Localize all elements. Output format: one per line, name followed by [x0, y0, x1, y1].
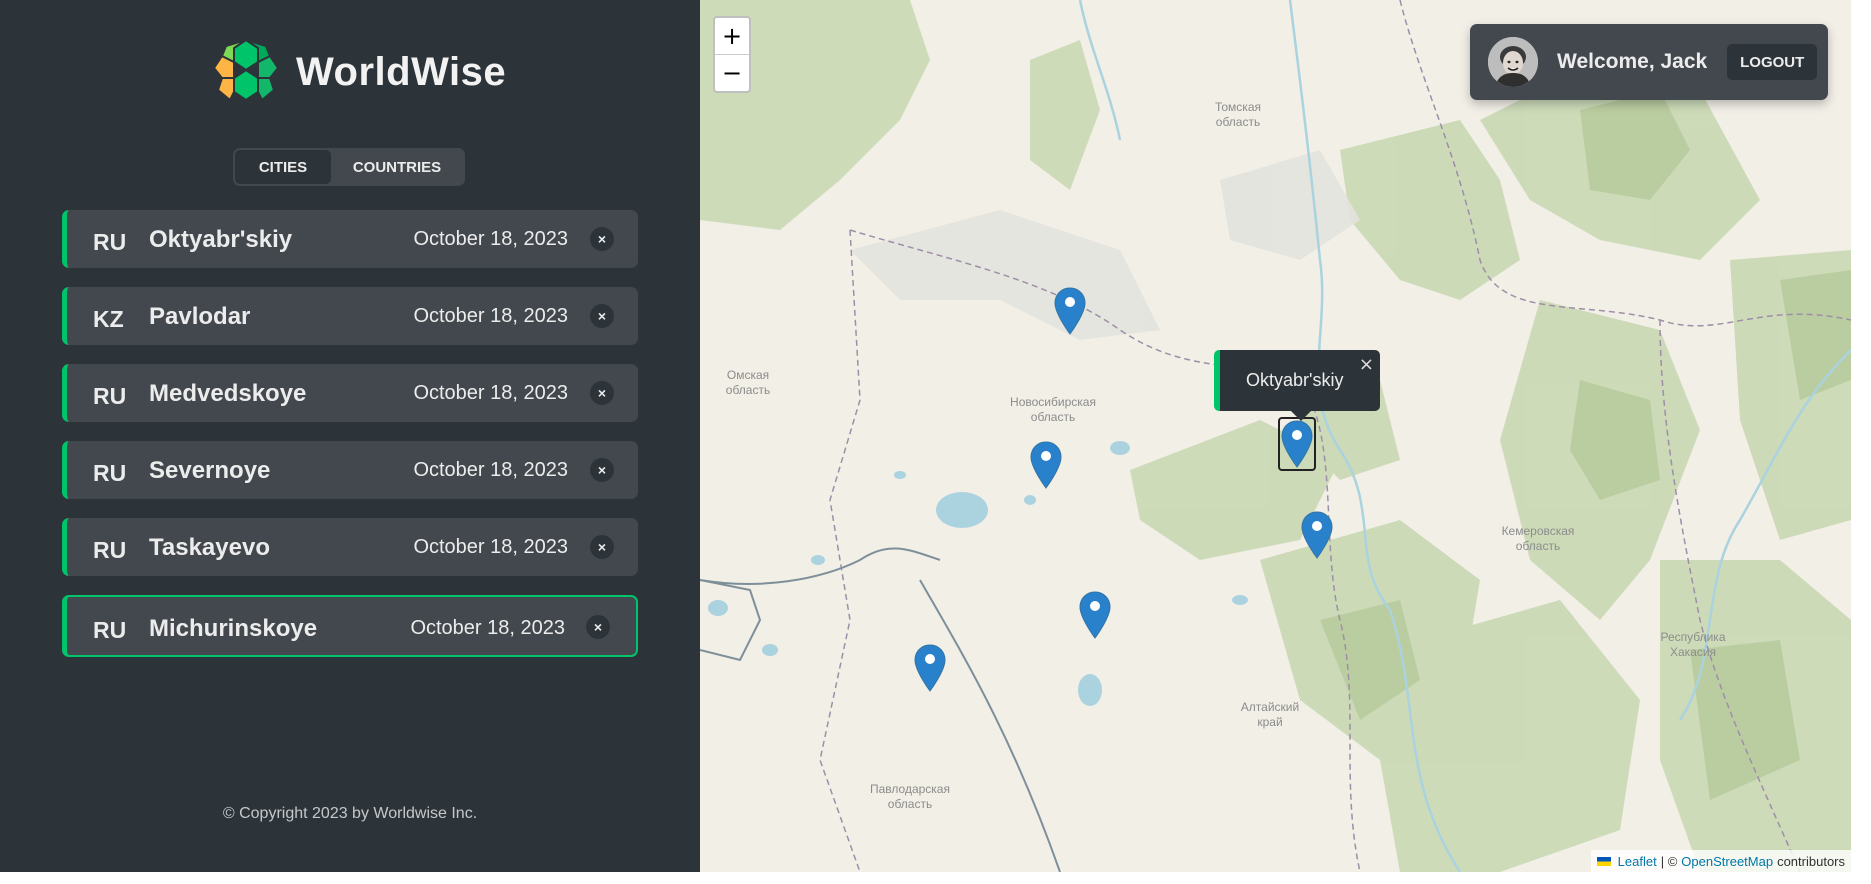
- map-marker-pin-icon[interactable]: [1029, 440, 1063, 490]
- city-item[interactable]: KZ Pavlodar October 18, 2023 ×: [62, 287, 638, 345]
- city-date: October 18, 2023: [410, 617, 565, 639]
- user-box: Welcome, Jack LOGOUT: [1470, 24, 1828, 100]
- map-marker-pin-icon[interactable]: [1078, 590, 1112, 640]
- city-name: Taskayevo: [149, 534, 270, 561]
- popup-tip: [1291, 411, 1311, 421]
- delete-city-button[interactable]: ×: [590, 458, 614, 482]
- map-marker-pin-icon[interactable]: [1053, 286, 1087, 336]
- city-date: October 18, 2023: [413, 459, 568, 481]
- attribution-separator: | ©: [1660, 853, 1678, 869]
- copyright: © Copyright 2023 by Worldwise Inc.: [222, 805, 478, 822]
- zoom-control: + −: [713, 16, 751, 93]
- city-flag: RU: [93, 383, 127, 409]
- map-label-tomsk: Томская область: [1214, 100, 1261, 129]
- logo[interactable]: WorldWise: [212, 38, 506, 106]
- map-tiles: [700, 0, 1851, 872]
- map-label-pavlodar: Павлодарская область: [870, 782, 950, 811]
- sidebar: WorldWise CITIES COUNTRIES RU Oktyabr'sk…: [0, 0, 700, 872]
- logo-icon: [212, 38, 280, 105]
- map[interactable]: Томская область Омская область Новосибир…: [700, 0, 1851, 872]
- delete-city-button[interactable]: ×: [586, 615, 610, 639]
- map-marker-pin-icon[interactable]: [1300, 510, 1334, 560]
- city-item[interactable]: RU Medvedskoye October 18, 2023 ×: [62, 364, 638, 422]
- map-label-kemerovo: Кемеровская область: [1501, 524, 1575, 553]
- attribution-contributors: contributors: [1777, 853, 1845, 869]
- delete-city-button[interactable]: ×: [590, 227, 614, 251]
- city-flag: RU: [93, 537, 127, 563]
- leaflet-link[interactable]: Leaflet: [1618, 854, 1657, 869]
- map-label-omsk: Омская область: [725, 368, 771, 397]
- tab-cities[interactable]: CITIES: [235, 150, 331, 184]
- welcome-text: Welcome, Jack: [1557, 50, 1708, 73]
- delete-city-button[interactable]: ×: [590, 535, 614, 559]
- map-label-altai: Алтайский край: [1240, 700, 1300, 729]
- tab-countries[interactable]: COUNTRIES: [331, 150, 463, 184]
- city-item[interactable]: RU Severnoye October 18, 2023 ×: [62, 441, 638, 499]
- delete-city-button[interactable]: ×: [590, 304, 614, 328]
- zoom-in-button[interactable]: +: [715, 18, 749, 54]
- tabs: CITIES COUNTRIES: [233, 148, 465, 186]
- city-name: Medvedskoye: [149, 380, 307, 407]
- popup-city-name: Oktyabr'skiy: [1246, 370, 1344, 390]
- city-list: RU Oktyabr'skiy October 18, 2023 × KZ Pa…: [62, 210, 638, 676]
- map-marker-pin-icon[interactable]: [913, 643, 947, 693]
- city-date: October 18, 2023: [413, 382, 568, 404]
- city-item-selected[interactable]: RU Michurinskoye October 18, 2023 ×: [62, 595, 638, 657]
- city-date: October 18, 2023: [413, 536, 568, 558]
- city-item[interactable]: RU Taskayevo October 18, 2023 ×: [62, 518, 638, 576]
- map-label-novosibirsk: Новосибирская область: [1010, 395, 1096, 424]
- city-flag: RU: [93, 460, 127, 486]
- ukraine-flag-icon: [1596, 856, 1611, 866]
- city-name: Michurinskoye: [149, 615, 318, 642]
- delete-city-button[interactable]: ×: [590, 381, 614, 405]
- city-item[interactable]: RU Oktyabr'skiy October 18, 2023 ×: [62, 210, 638, 268]
- map-popup: Oktyabr'skiy ×: [1214, 350, 1380, 421]
- map-marker-pin-icon[interactable]: [1278, 417, 1316, 471]
- logout-button[interactable]: LOGOUT: [1727, 44, 1818, 80]
- map-attribution: Leaflet | © OpenStreetMap contributors: [1590, 850, 1851, 872]
- city-name: Severnoye: [149, 457, 271, 484]
- city-name: Oktyabr'skiy: [149, 226, 293, 253]
- city-flag: RU: [93, 617, 127, 643]
- popup-close-icon[interactable]: ×: [1359, 354, 1374, 375]
- app-name: WorldWise: [296, 49, 507, 94]
- avatar: [1488, 37, 1538, 87]
- city-date: October 18, 2023: [413, 228, 568, 250]
- city-date: October 18, 2023: [413, 305, 568, 327]
- city-name: Pavlodar: [149, 303, 251, 330]
- zoom-out-button[interactable]: −: [715, 54, 749, 90]
- city-flag: RU: [93, 229, 127, 255]
- city-flag: KZ: [93, 306, 124, 332]
- openstreetmap-link[interactable]: OpenStreetMap: [1681, 854, 1773, 869]
- map-label-khakasia: Республика Хакасия: [1660, 630, 1726, 659]
